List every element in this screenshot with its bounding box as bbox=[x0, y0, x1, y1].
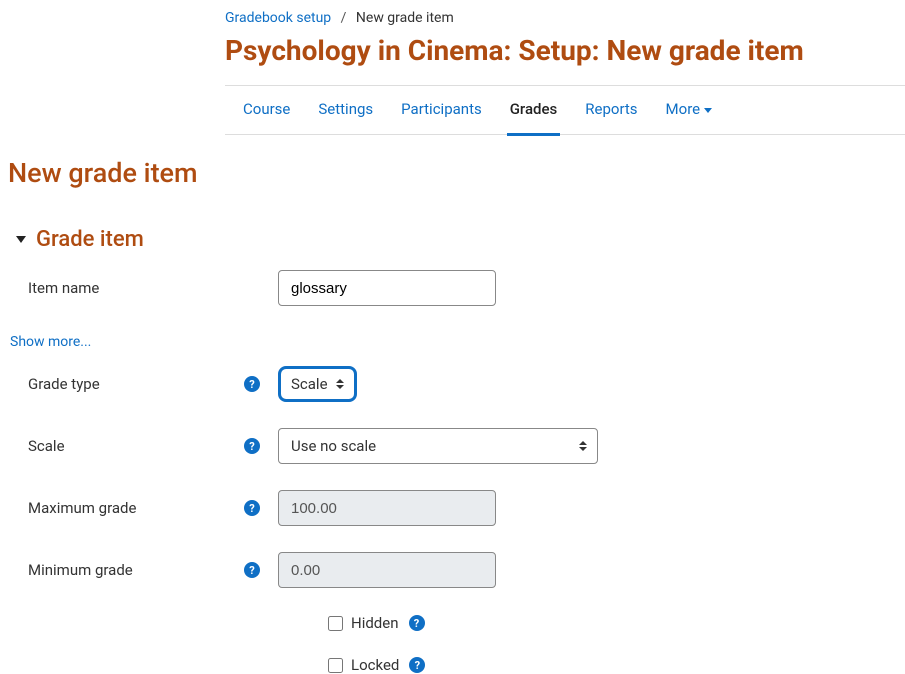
row-hidden: Hidden ? bbox=[328, 614, 905, 632]
scale-select[interactable]: Use no scale bbox=[278, 428, 598, 464]
select-arrows-icon bbox=[336, 379, 344, 389]
form-grade-item: Item name Show more... Grade type ? Scal… bbox=[0, 270, 905, 674]
min-grade-field bbox=[278, 552, 496, 588]
chevron-down-icon bbox=[16, 236, 26, 243]
show-more-link[interactable]: Show more... bbox=[10, 334, 91, 350]
help-icon[interactable]: ? bbox=[244, 500, 260, 516]
help-icon[interactable]: ? bbox=[244, 376, 260, 392]
tab-settings[interactable]: Settings bbox=[318, 100, 373, 120]
select-arrows-icon bbox=[579, 441, 587, 451]
breadcrumb-separator: / bbox=[341, 10, 347, 26]
tab-grades[interactable]: Grades bbox=[510, 100, 558, 120]
item-name-field[interactable] bbox=[278, 270, 496, 306]
label-locked[interactable]: Locked bbox=[351, 656, 399, 674]
breadcrumb: Gradebook setup / New grade item bbox=[225, 10, 905, 26]
help-icon[interactable]: ? bbox=[244, 438, 260, 454]
page-title: Psychology in Cinema: Setup: New grade i… bbox=[225, 34, 905, 67]
max-grade-field bbox=[278, 490, 496, 526]
row-item-name: Item name bbox=[8, 270, 905, 306]
group-toggle-grade-item[interactable]: Grade item bbox=[16, 227, 905, 252]
help-icon[interactable]: ? bbox=[409, 657, 425, 673]
row-grade-type: Grade type ? Scale bbox=[8, 366, 905, 402]
tab-more[interactable]: More bbox=[666, 100, 713, 120]
row-min-grade: Minimum grade ? bbox=[8, 552, 905, 588]
tab-reports[interactable]: Reports bbox=[585, 100, 637, 120]
help-icon[interactable]: ? bbox=[409, 615, 425, 631]
help-icon[interactable]: ? bbox=[244, 562, 260, 578]
tab-bar: Course Settings Participants Grades Repo… bbox=[225, 85, 905, 135]
label-grade-type: Grade type bbox=[28, 375, 100, 393]
grade-type-select[interactable]: Scale bbox=[278, 366, 357, 402]
label-hidden[interactable]: Hidden bbox=[351, 614, 399, 632]
hidden-checkbox[interactable] bbox=[328, 616, 343, 631]
tab-participants[interactable]: Participants bbox=[401, 100, 482, 120]
label-min-grade: Minimum grade bbox=[28, 561, 133, 579]
group-heading: Grade item bbox=[36, 227, 144, 252]
label-max-grade: Maximum grade bbox=[28, 499, 136, 517]
tab-course[interactable]: Course bbox=[243, 100, 290, 120]
section-heading: New grade item bbox=[8, 157, 905, 189]
row-max-grade: Maximum grade ? bbox=[8, 490, 905, 526]
label-item-name: Item name bbox=[28, 279, 99, 297]
row-scale: Scale ? Use no scale bbox=[8, 428, 905, 464]
breadcrumb-current: New grade item bbox=[356, 10, 454, 26]
label-scale: Scale bbox=[28, 437, 65, 455]
breadcrumb-link-parent[interactable]: Gradebook setup bbox=[225, 10, 331, 26]
tab-more-label: More bbox=[666, 100, 701, 118]
locked-checkbox[interactable] bbox=[328, 658, 343, 673]
chevron-down-icon bbox=[704, 108, 712, 113]
grade-type-value: Scale bbox=[291, 375, 328, 393]
scale-value: Use no scale bbox=[291, 437, 376, 455]
row-locked: Locked ? bbox=[328, 656, 905, 674]
